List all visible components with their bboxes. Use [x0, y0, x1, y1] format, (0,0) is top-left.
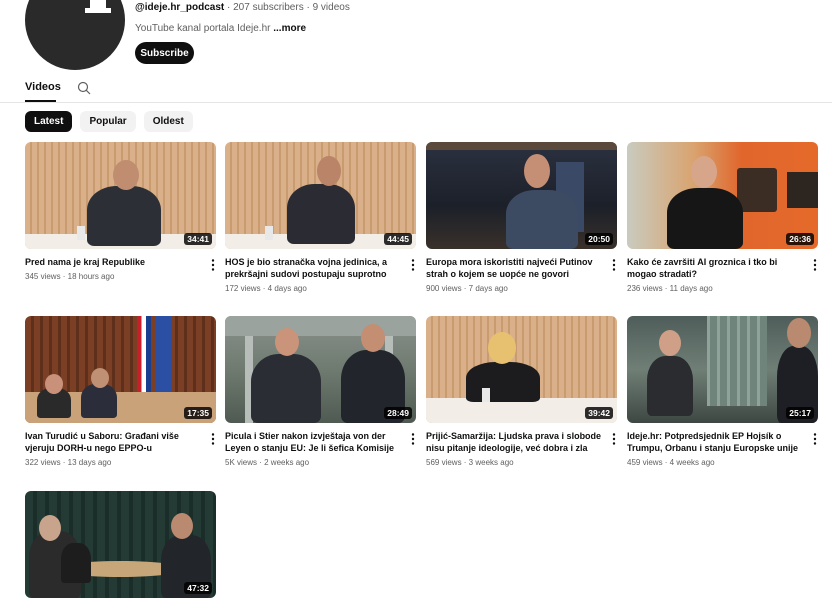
video-card[interactable]: 20:50 Europa mora iskoristiti najveći Pu… — [426, 142, 617, 293]
video-card[interactable]: 26:36 Kako će završiti AI groznica i tko… — [627, 142, 818, 293]
channel-description[interactable]: YouTube kanal portala Ideje.hr ...more — [135, 23, 306, 34]
channel-avatar[interactable] — [25, 0, 125, 70]
video-title[interactable]: Prijić-Samaržija: Ljudska prava i slobod… — [426, 430, 604, 454]
video-thumbnail[interactable]: 39:42 — [426, 316, 617, 423]
video-duration: 39:42 — [585, 407, 613, 419]
video-card[interactable]: 47:32 — [25, 491, 216, 598]
video-title[interactable]: Europa mora iskoristiti najveći Putinov … — [426, 256, 604, 280]
video-stats: 236 views · 11 days ago — [627, 284, 713, 293]
more-vert-icon[interactable] — [410, 432, 416, 446]
video-card[interactable]: 25:17 Ideje.hr: Potpredsjednik EP Hojsík… — [627, 316, 818, 467]
more-vert-icon[interactable] — [812, 258, 818, 272]
video-thumbnail[interactable]: 28:49 — [225, 316, 416, 423]
sort-chips: Latest Popular Oldest — [25, 111, 193, 133]
tab-videos[interactable]: Videos — [25, 81, 61, 93]
channel-meta: @ideje.hr_podcast · 207 subscribers · 9 … — [135, 2, 350, 13]
video-card[interactable]: 28:49 Picula i Stier nakon izvještaja vo… — [225, 316, 416, 467]
video-duration: 20:50 — [585, 233, 613, 245]
channel-handle: @ideje.hr_podcast — [135, 2, 225, 13]
more-vert-icon[interactable] — [410, 258, 416, 272]
more-link[interactable]: ...more — [273, 23, 306, 34]
video-stats: 345 views · 18 hours ago — [25, 272, 115, 281]
video-duration: 17:35 — [184, 407, 212, 419]
avatar-letter-base — [85, 8, 111, 13]
search-icon[interactable] — [77, 81, 91, 95]
more-vert-icon[interactable] — [210, 432, 216, 446]
video-stats: 900 views · 7 days ago — [426, 284, 508, 293]
channel-tabs: Videos — [0, 75, 832, 103]
video-card[interactable]: 44:45 HOS je bio stranačka vojna jedinic… — [225, 142, 416, 293]
video-card[interactable]: 17:35 Ivan Turudić u Saboru: Građani viš… — [25, 316, 216, 467]
video-thumbnail[interactable]: 44:45 — [225, 142, 416, 249]
video-card[interactable]: 39:42 Prijić-Samaržija: Ljudska prava i … — [426, 316, 617, 467]
video-thumbnail[interactable]: 17:35 — [25, 316, 216, 423]
video-thumbnail[interactable]: 47:32 — [25, 491, 216, 598]
channel-header: @ideje.hr_podcast · 207 subscribers · 9 … — [0, 0, 832, 75]
video-duration: 47:32 — [184, 582, 212, 594]
video-duration: 25:17 — [786, 407, 814, 419]
chip-popular[interactable]: Popular — [80, 111, 136, 132]
video-stats: 459 views · 4 weeks ago — [627, 458, 715, 467]
video-thumbnail[interactable]: 20:50 — [426, 142, 617, 249]
channel-description-text: YouTube kanal portala Ideje.hr — [135, 23, 274, 34]
more-vert-icon[interactable] — [812, 432, 818, 446]
more-vert-icon[interactable] — [611, 258, 617, 272]
more-vert-icon[interactable] — [611, 432, 617, 446]
video-thumbnail[interactable]: 25:17 — [627, 316, 818, 423]
video-duration: 28:49 — [384, 407, 412, 419]
video-stats: 569 views · 3 weeks ago — [426, 458, 514, 467]
video-thumbnail[interactable]: 26:36 — [627, 142, 818, 249]
subscribe-button[interactable]: Subscribe — [135, 42, 194, 64]
tab-active-indicator — [25, 100, 56, 102]
channel-stats: · 207 subscribers · 9 videos — [224, 2, 350, 13]
video-title[interactable]: Ivan Turudić u Saboru: Građani više vjer… — [25, 430, 203, 454]
video-stats: 5K views · 2 weeks ago — [225, 458, 310, 467]
video-title[interactable]: Pred nama je kraj Republike — [25, 256, 203, 268]
video-title[interactable]: Ideje.hr: Potpredsjednik EP Hojsík o Tru… — [627, 430, 805, 454]
video-duration: 44:45 — [384, 233, 412, 245]
video-duration: 34:41 — [184, 233, 212, 245]
more-vert-icon[interactable] — [210, 258, 216, 272]
video-title[interactable]: Kako će završiti AI groznica i tko bi mo… — [627, 256, 805, 280]
video-stats: 172 views · 4 days ago — [225, 284, 307, 293]
video-thumbnail[interactable]: 34:41 — [25, 142, 216, 249]
video-duration: 26:36 — [786, 233, 814, 245]
video-stats: 322 views · 13 days ago — [25, 458, 112, 467]
chip-oldest[interactable]: Oldest — [143, 111, 193, 132]
video-title[interactable]: HOS je bio stranačka vojna jedinica, a p… — [225, 256, 403, 280]
video-title[interactable]: Picula i Stier nakon izvještaja von der … — [225, 430, 403, 454]
chip-latest[interactable]: Latest — [25, 111, 73, 132]
video-card[interactable]: 34:41 Pred nama je kraj Republike 345 vi… — [25, 142, 216, 281]
